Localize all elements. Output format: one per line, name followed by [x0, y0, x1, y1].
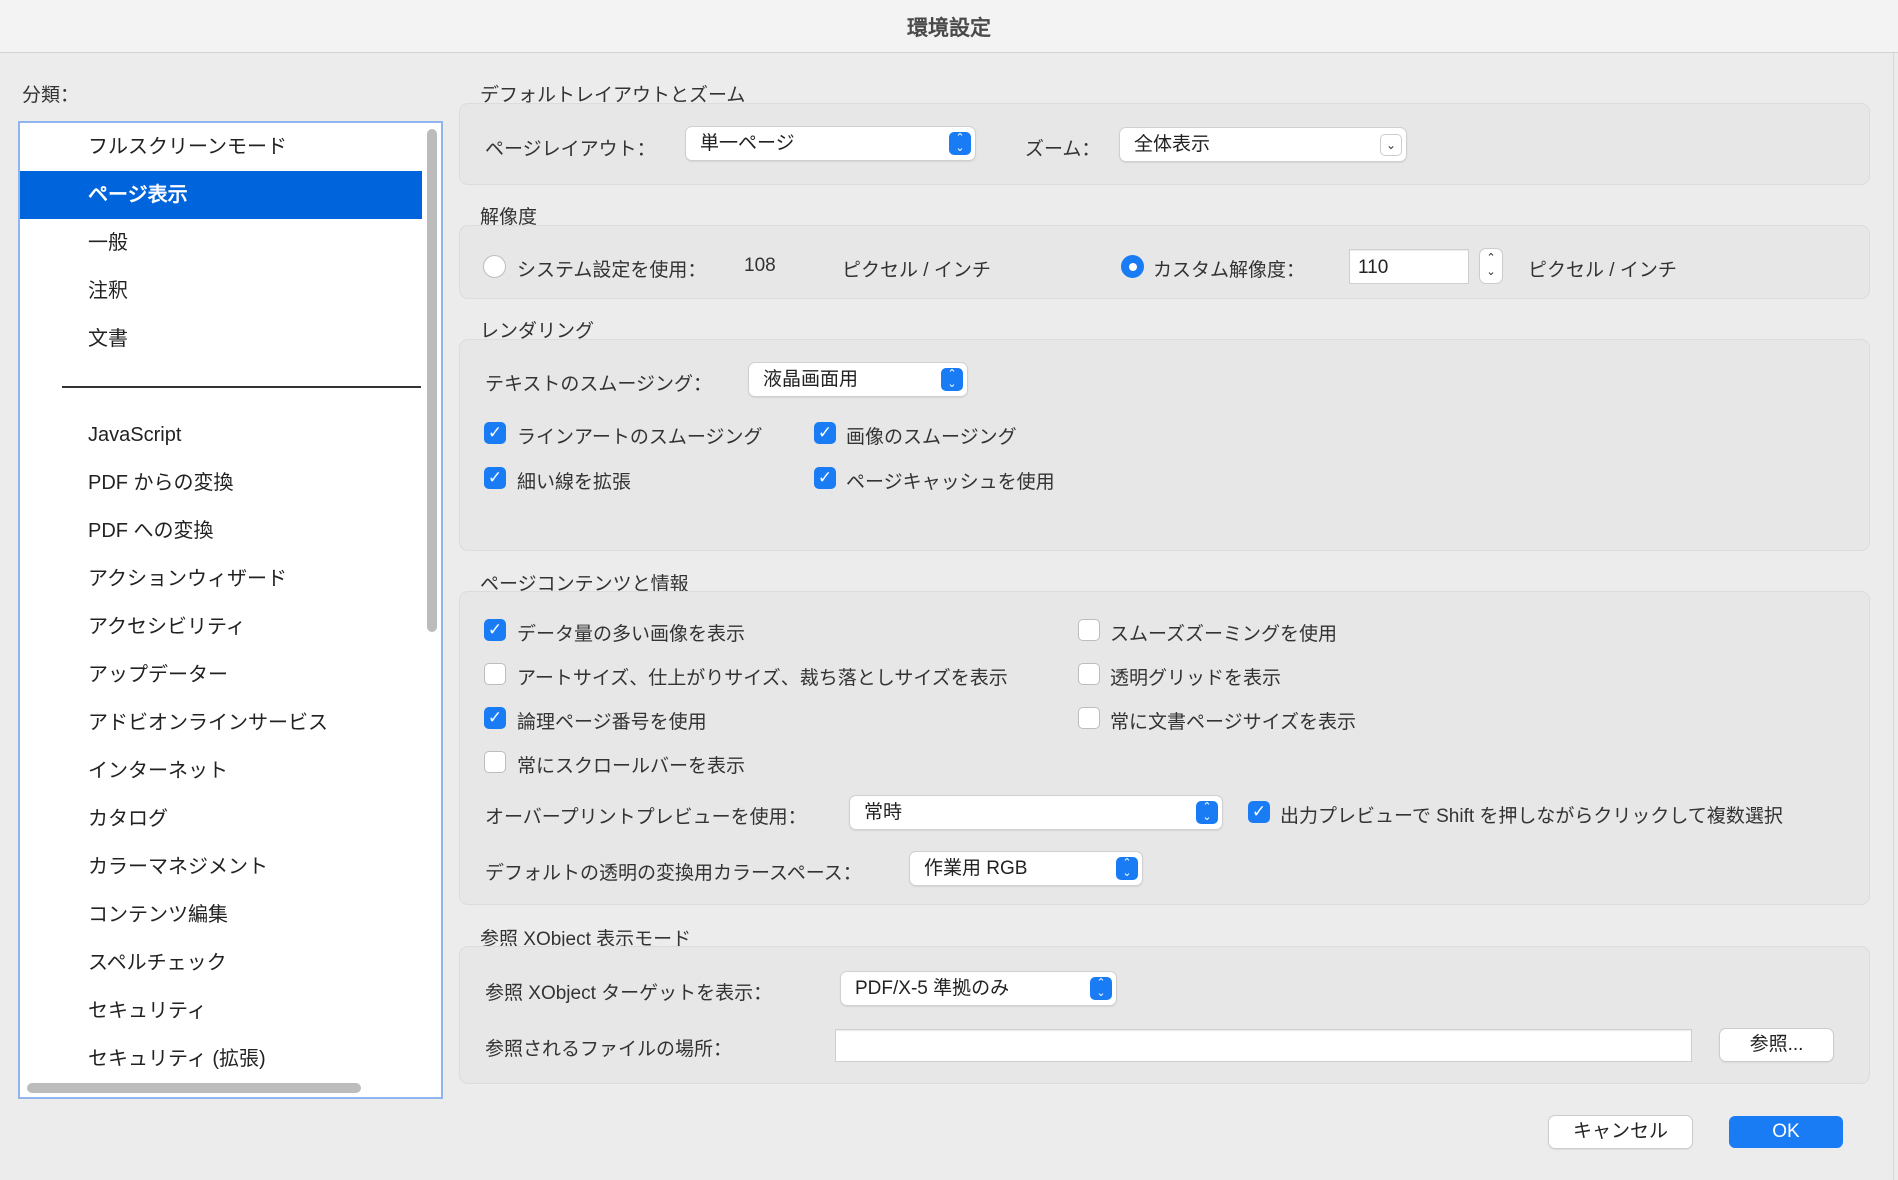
art-trim-checkbox[interactable]	[484, 663, 506, 685]
category-item[interactable]: アクションウィザード	[20, 555, 422, 603]
blend-space-select[interactable]: 作業用 RGB ⌃ ⌄	[910, 852, 1142, 885]
text-smoothing-label: テキストのスムージング：	[485, 374, 713, 395]
overprint-select[interactable]: 常時 ⌃ ⌄	[850, 796, 1222, 829]
zoom-combo[interactable]: 全体表示 ⌄	[1120, 128, 1406, 161]
smooth-zoom-label: スムーズズーミングを使用	[1110, 624, 1338, 645]
custom-resolution-radio[interactable]	[1121, 255, 1144, 278]
list-separator	[62, 386, 421, 388]
thin-lines-label: 細い線を拡張	[517, 472, 632, 493]
horizontal-scrollbar[interactable]	[27, 1083, 361, 1093]
custom-resolution-label: カスタム解像度：	[1153, 260, 1306, 281]
page-layout-select[interactable]: 単一ページ ⌃ ⌄	[686, 127, 975, 160]
zoom-label: ズーム：	[1025, 139, 1101, 160]
xobject-target-value: PDF/X-5 準拠のみ	[855, 978, 1010, 999]
system-resolution-value: 108	[744, 255, 776, 276]
overprint-label: オーバープリントプレビューを使用：	[485, 807, 807, 828]
category-item[interactable]: コンテンツ編集	[20, 891, 422, 939]
file-location-label: 参照されるファイルの場所：	[485, 1039, 733, 1060]
category-item[interactable]: アドビオンラインサービス	[20, 699, 422, 747]
doc-page-size-label: 常に文書ページサイズを表示	[1110, 712, 1357, 733]
lineart-smoothing-checkbox[interactable]: ✓	[484, 422, 506, 444]
category-item[interactable]: JavaScript	[20, 411, 422, 459]
zoom-value: 全体表示	[1134, 134, 1211, 155]
page-layout-value: 単一ページ	[700, 133, 795, 154]
blend-space-label: デフォルトの透明の変換用カラースペース：	[485, 863, 862, 884]
image-smoothing-label: 画像のスムージング	[846, 427, 1017, 448]
file-location-input[interactable]	[835, 1029, 1692, 1062]
system-resolution-label: システム設定を使用：	[517, 260, 707, 281]
xobject-target-label: 参照 XObject ターゲットを表示：	[485, 983, 773, 1004]
resolution-stepper[interactable]: ⌃ ⌄	[1480, 249, 1502, 283]
vertical-scrollbar[interactable]	[427, 129, 437, 632]
category-item[interactable]: スペルチェック	[20, 939, 422, 987]
page-layout-label: ページレイアウト：	[485, 139, 656, 160]
scrollbars-label: 常にスクロールバーを表示	[517, 756, 746, 777]
large-images-checkbox[interactable]: ✓	[484, 619, 506, 641]
category-item[interactable]: アップデーター	[20, 651, 422, 699]
lineart-smoothing-label: ラインアートのスムージング	[517, 427, 763, 448]
custom-resolution-input[interactable]: 110	[1349, 249, 1469, 284]
transparency-grid-checkbox[interactable]	[1078, 663, 1100, 685]
logical-page-checkbox[interactable]: ✓	[484, 707, 506, 729]
category-item[interactable]: セキュリティ (拡張)	[20, 1035, 422, 1083]
text-smoothing-value: 液晶画面用	[763, 369, 859, 390]
page-cache-checkbox[interactable]: ✓	[814, 467, 836, 489]
system-resolution-unit: ピクセル / インチ	[842, 260, 991, 281]
category-item[interactable]: セキュリティ	[20, 987, 422, 1035]
smooth-zoom-checkbox[interactable]	[1078, 619, 1100, 641]
shift-click-checkbox[interactable]: ✓	[1248, 801, 1270, 823]
category-item[interactable]: フルスクリーンモード	[20, 123, 422, 171]
category-item[interactable]: インターネット	[20, 747, 422, 795]
doc-page-size-checkbox[interactable]	[1078, 707, 1100, 729]
xobject-group	[459, 946, 1870, 1084]
category-item[interactable]: 文書	[20, 315, 422, 363]
browse-button[interactable]: 参照...	[1720, 1029, 1833, 1061]
category-item-selected[interactable]: ページ表示	[20, 171, 422, 219]
window-edge	[1893, 53, 1894, 1180]
logical-page-label: 論理ページ番号を使用	[517, 712, 707, 733]
transparency-grid-label: 透明グリッドを表示	[1110, 668, 1282, 689]
category-item[interactable]: カタログ	[20, 795, 422, 843]
art-trim-label: アートサイズ、仕上がりサイズ、裁ち落としサイズを表示	[517, 668, 1008, 689]
scrollbars-checkbox[interactable]	[484, 751, 506, 773]
text-smoothing-select[interactable]: 液晶画面用 ⌃ ⌄	[749, 363, 967, 396]
large-images-label: データ量の多い画像を表示	[517, 624, 746, 645]
window-title: 環境設定	[907, 17, 991, 40]
page-cache-label: ページキャッシュを使用	[846, 472, 1055, 493]
ok-button[interactable]: OK	[1729, 1116, 1843, 1148]
system-resolution-radio[interactable]	[483, 255, 506, 278]
custom-resolution-unit: ピクセル / インチ	[1528, 260, 1677, 281]
category-item[interactable]: カラーマネジメント	[20, 843, 422, 891]
chevron-updown-icon: ⌃ ⌄	[941, 368, 963, 391]
shift-click-label: 出力プレビューで Shift を押しながらクリックして複数選択	[1280, 806, 1783, 827]
image-smoothing-checkbox[interactable]: ✓	[814, 422, 836, 444]
blend-space-value: 作業用 RGB	[924, 858, 1028, 879]
xobject-target-select[interactable]: PDF/X-5 準拠のみ ⌃ ⌄	[841, 972, 1116, 1005]
category-item[interactable]: 一般	[20, 219, 422, 267]
category-item[interactable]: PDF からの変換	[20, 459, 422, 507]
overprint-value: 常時	[864, 802, 903, 823]
chevron-updown-icon: ⌃ ⌄	[1090, 977, 1112, 1000]
category-item[interactable]: PDF への変換	[20, 507, 422, 555]
cancel-button[interactable]: キャンセル	[1549, 1116, 1692, 1148]
thin-lines-checkbox[interactable]: ✓	[484, 467, 506, 489]
chevron-updown-icon: ⌃ ⌄	[1116, 857, 1138, 880]
category-list[interactable]: フルスクリーンモード ページ表示 一般 注釈 文書 JavaScript PDF…	[18, 121, 443, 1099]
chevron-updown-icon: ⌃ ⌄	[1196, 801, 1218, 824]
chevron-down-icon[interactable]: ⌄	[1381, 135, 1401, 155]
category-item[interactable]: 注釈	[20, 267, 422, 315]
chevron-updown-icon: ⌃ ⌄	[949, 132, 971, 155]
category-label: 分類：	[22, 85, 80, 106]
category-item[interactable]: アクセシビリティ	[20, 603, 422, 651]
